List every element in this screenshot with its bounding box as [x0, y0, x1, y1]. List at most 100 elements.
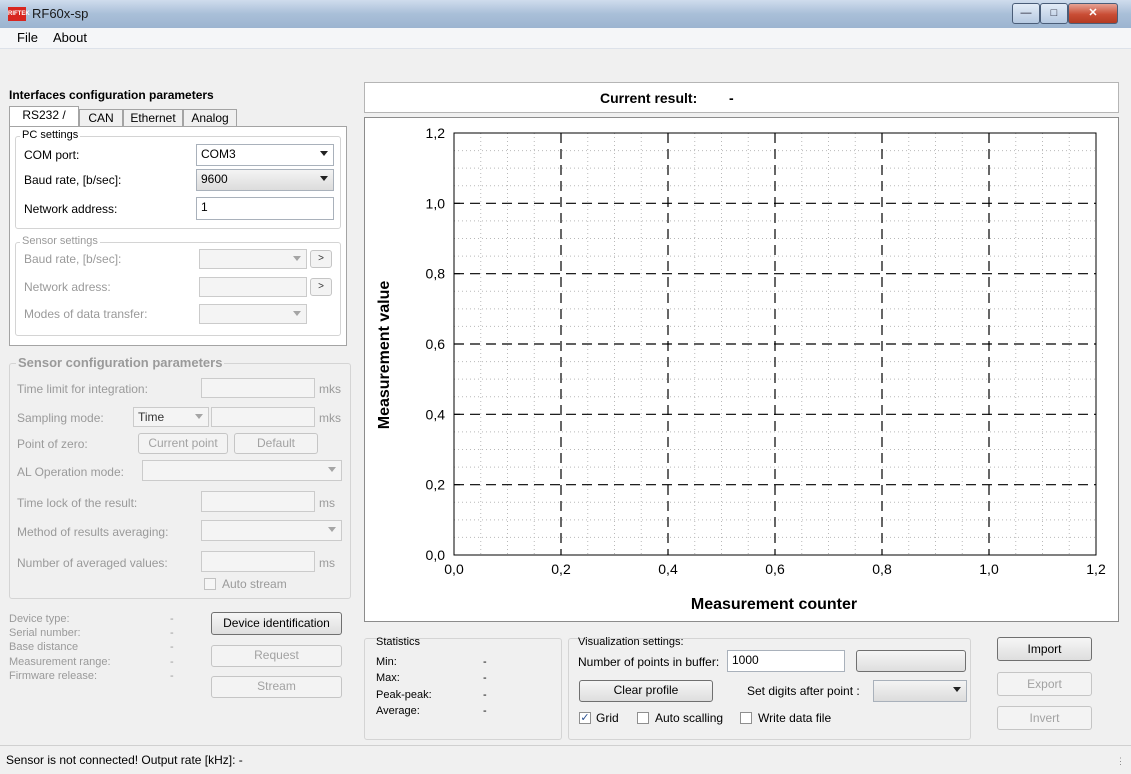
base-distance-value: - — [170, 641, 174, 653]
minimize-icon[interactable]: — — [1012, 3, 1040, 24]
current-result-value: - — [729, 90, 734, 106]
stat-peak-value: - — [483, 689, 487, 701]
al-operation-label: AL Operation mode: — [17, 465, 124, 479]
x-tick-label: 0,2 — [551, 561, 571, 577]
invert-button[interactable]: Invert — [997, 706, 1092, 730]
base-distance-label: Base distance — [9, 641, 79, 653]
firmware-release-label: Firmware release: — [9, 670, 98, 682]
tab-ethernet[interactable]: Ethernet — [123, 109, 183, 126]
auto-scaling-label: Auto scalling — [655, 711, 724, 725]
menu-file[interactable]: File — [17, 30, 38, 45]
serial-number-label: Serial number: — [9, 627, 81, 639]
time-lock-field[interactable] — [201, 491, 315, 512]
app-window: RIFTEK RF60x-sp — □ ✕ File About Interfa… — [0, 0, 1131, 774]
color-picker-button[interactable] — [856, 650, 966, 672]
time-limit-unit: mks — [319, 382, 341, 396]
default-button[interactable]: Default — [234, 433, 318, 454]
point-of-zero-label: Point of zero: — [17, 437, 88, 451]
sensor-settings-title: Sensor settings — [20, 235, 100, 247]
modes-transfer-select[interactable] — [199, 304, 307, 324]
averaging-method-select[interactable] — [201, 520, 342, 541]
x-tick-label: 1,0 — [979, 561, 999, 577]
measurement-range-label: Measurement range: — [9, 656, 111, 668]
averaged-values-label: Number of averaged values: — [17, 556, 168, 570]
stat-average-label: Average: — [376, 705, 420, 717]
digits-after-point-label: Set digits after point : — [747, 684, 860, 698]
x-tick-label: 0,0 — [444, 561, 464, 577]
visualization-title: Visualization settings: — [578, 636, 684, 648]
sensor-config-title: Sensor configuration parameters — [16, 355, 225, 370]
sampling-unit: mks — [319, 411, 341, 425]
grid-label: Grid — [596, 711, 619, 725]
time-lock-unit: ms — [319, 496, 335, 510]
averaged-values-unit: ms — [319, 556, 335, 570]
x-tick-label: 1,2 — [1086, 561, 1106, 577]
time-limit-field[interactable] — [201, 378, 315, 398]
app-logo-icon: RIFTEK — [8, 7, 30, 21]
clear-profile-button[interactable]: Clear profile — [579, 680, 713, 702]
chevron-down-icon — [328, 527, 336, 532]
sensor-network-apply-button[interactable]: > — [310, 278, 332, 296]
points-buffer-field[interactable]: 1000 — [727, 650, 845, 672]
sensor-network-field[interactable] — [199, 277, 307, 297]
export-button[interactable]: Export — [997, 672, 1092, 696]
stat-min-label: Min: — [376, 656, 397, 668]
tab-rs232[interactable]: RS232 / RS485 — [9, 106, 79, 139]
maximize-icon[interactable]: □ — [1040, 3, 1068, 24]
baud-rate-label: Baud rate, [b/sec]: — [24, 173, 122, 187]
chevron-down-icon — [320, 176, 328, 181]
sensor-baud-select[interactable] — [199, 249, 307, 269]
stream-button[interactable]: Stream — [211, 676, 342, 698]
y-tick-label: 1,2 — [426, 125, 446, 141]
stat-max-label: Max: — [376, 672, 400, 684]
interfaces-title: Interfaces configuration parameters — [9, 88, 214, 102]
measurement-chart: Measurement value Measurement counter 0,… — [376, 125, 1106, 613]
serial-number-value: - — [170, 627, 174, 639]
title-bar[interactable]: RIFTEK RF60x-sp — □ ✕ — [0, 0, 1131, 28]
window-title: RF60x-sp — [32, 6, 89, 21]
device-identification-button[interactable]: Device identification — [211, 612, 342, 635]
sensor-baud-label: Baud rate, [b/sec]: — [24, 252, 122, 266]
statistics-title: Statistics — [376, 636, 421, 648]
chevron-down-icon — [953, 687, 961, 692]
sensor-baud-apply-button[interactable]: > — [310, 250, 332, 268]
current-point-button[interactable]: Current point — [138, 433, 228, 454]
chevron-down-icon — [320, 151, 328, 156]
chevron-down-icon — [328, 467, 336, 472]
close-icon[interactable]: ✕ — [1068, 3, 1118, 24]
tab-can[interactable]: CAN — [79, 109, 123, 126]
auto-stream-checkbox[interactable] — [204, 578, 216, 590]
digits-after-point-select[interactable] — [873, 680, 967, 702]
write-data-file-label: Write data file — [758, 711, 832, 725]
baud-rate-select[interactable]: 9600 — [196, 169, 334, 191]
resize-grip-icon[interactable]: ⋮ — [1116, 756, 1125, 767]
stat-average-value: - — [483, 705, 487, 717]
stat-max-value: - — [483, 672, 487, 684]
averaged-values-field[interactable] — [201, 551, 315, 572]
chart-panel: Measurement value Measurement counter 0,… — [364, 117, 1119, 622]
status-bar: Sensor is not connected! Output rate [kH… — [0, 745, 1131, 774]
al-operation-select[interactable] — [142, 460, 342, 481]
sampling-mode-select[interactable]: Time — [133, 407, 209, 427]
y-axis-title: Measurement value — [376, 281, 393, 430]
measurement-range-value: - — [170, 656, 174, 668]
tab-analog[interactable]: Analog — [183, 109, 237, 126]
network-address-label: Network address: — [24, 202, 118, 216]
chevron-down-icon — [293, 256, 301, 261]
sampling-value-field[interactable] — [211, 407, 315, 427]
write-data-file-checkbox[interactable] — [740, 712, 752, 724]
current-result-panel: Current result: - — [364, 82, 1119, 113]
auto-scaling-checkbox[interactable] — [637, 712, 649, 724]
menu-about[interactable]: About — [53, 30, 87, 45]
grid-checkbox[interactable]: ✓ — [579, 712, 591, 724]
current-result-label: Current result: — [600, 90, 698, 106]
com-port-label: COM port: — [24, 148, 80, 162]
sampling-mode-label: Sampling mode: — [17, 411, 104, 425]
pc-settings-title: PC settings — [20, 129, 81, 141]
y-tick-label: 0,6 — [426, 336, 446, 352]
device-type-value: - — [170, 613, 174, 625]
import-button[interactable]: Import — [997, 637, 1092, 661]
request-button[interactable]: Request — [211, 645, 342, 667]
com-port-select[interactable]: COM3 — [196, 144, 334, 166]
network-address-field[interactable]: 1 — [196, 197, 334, 220]
